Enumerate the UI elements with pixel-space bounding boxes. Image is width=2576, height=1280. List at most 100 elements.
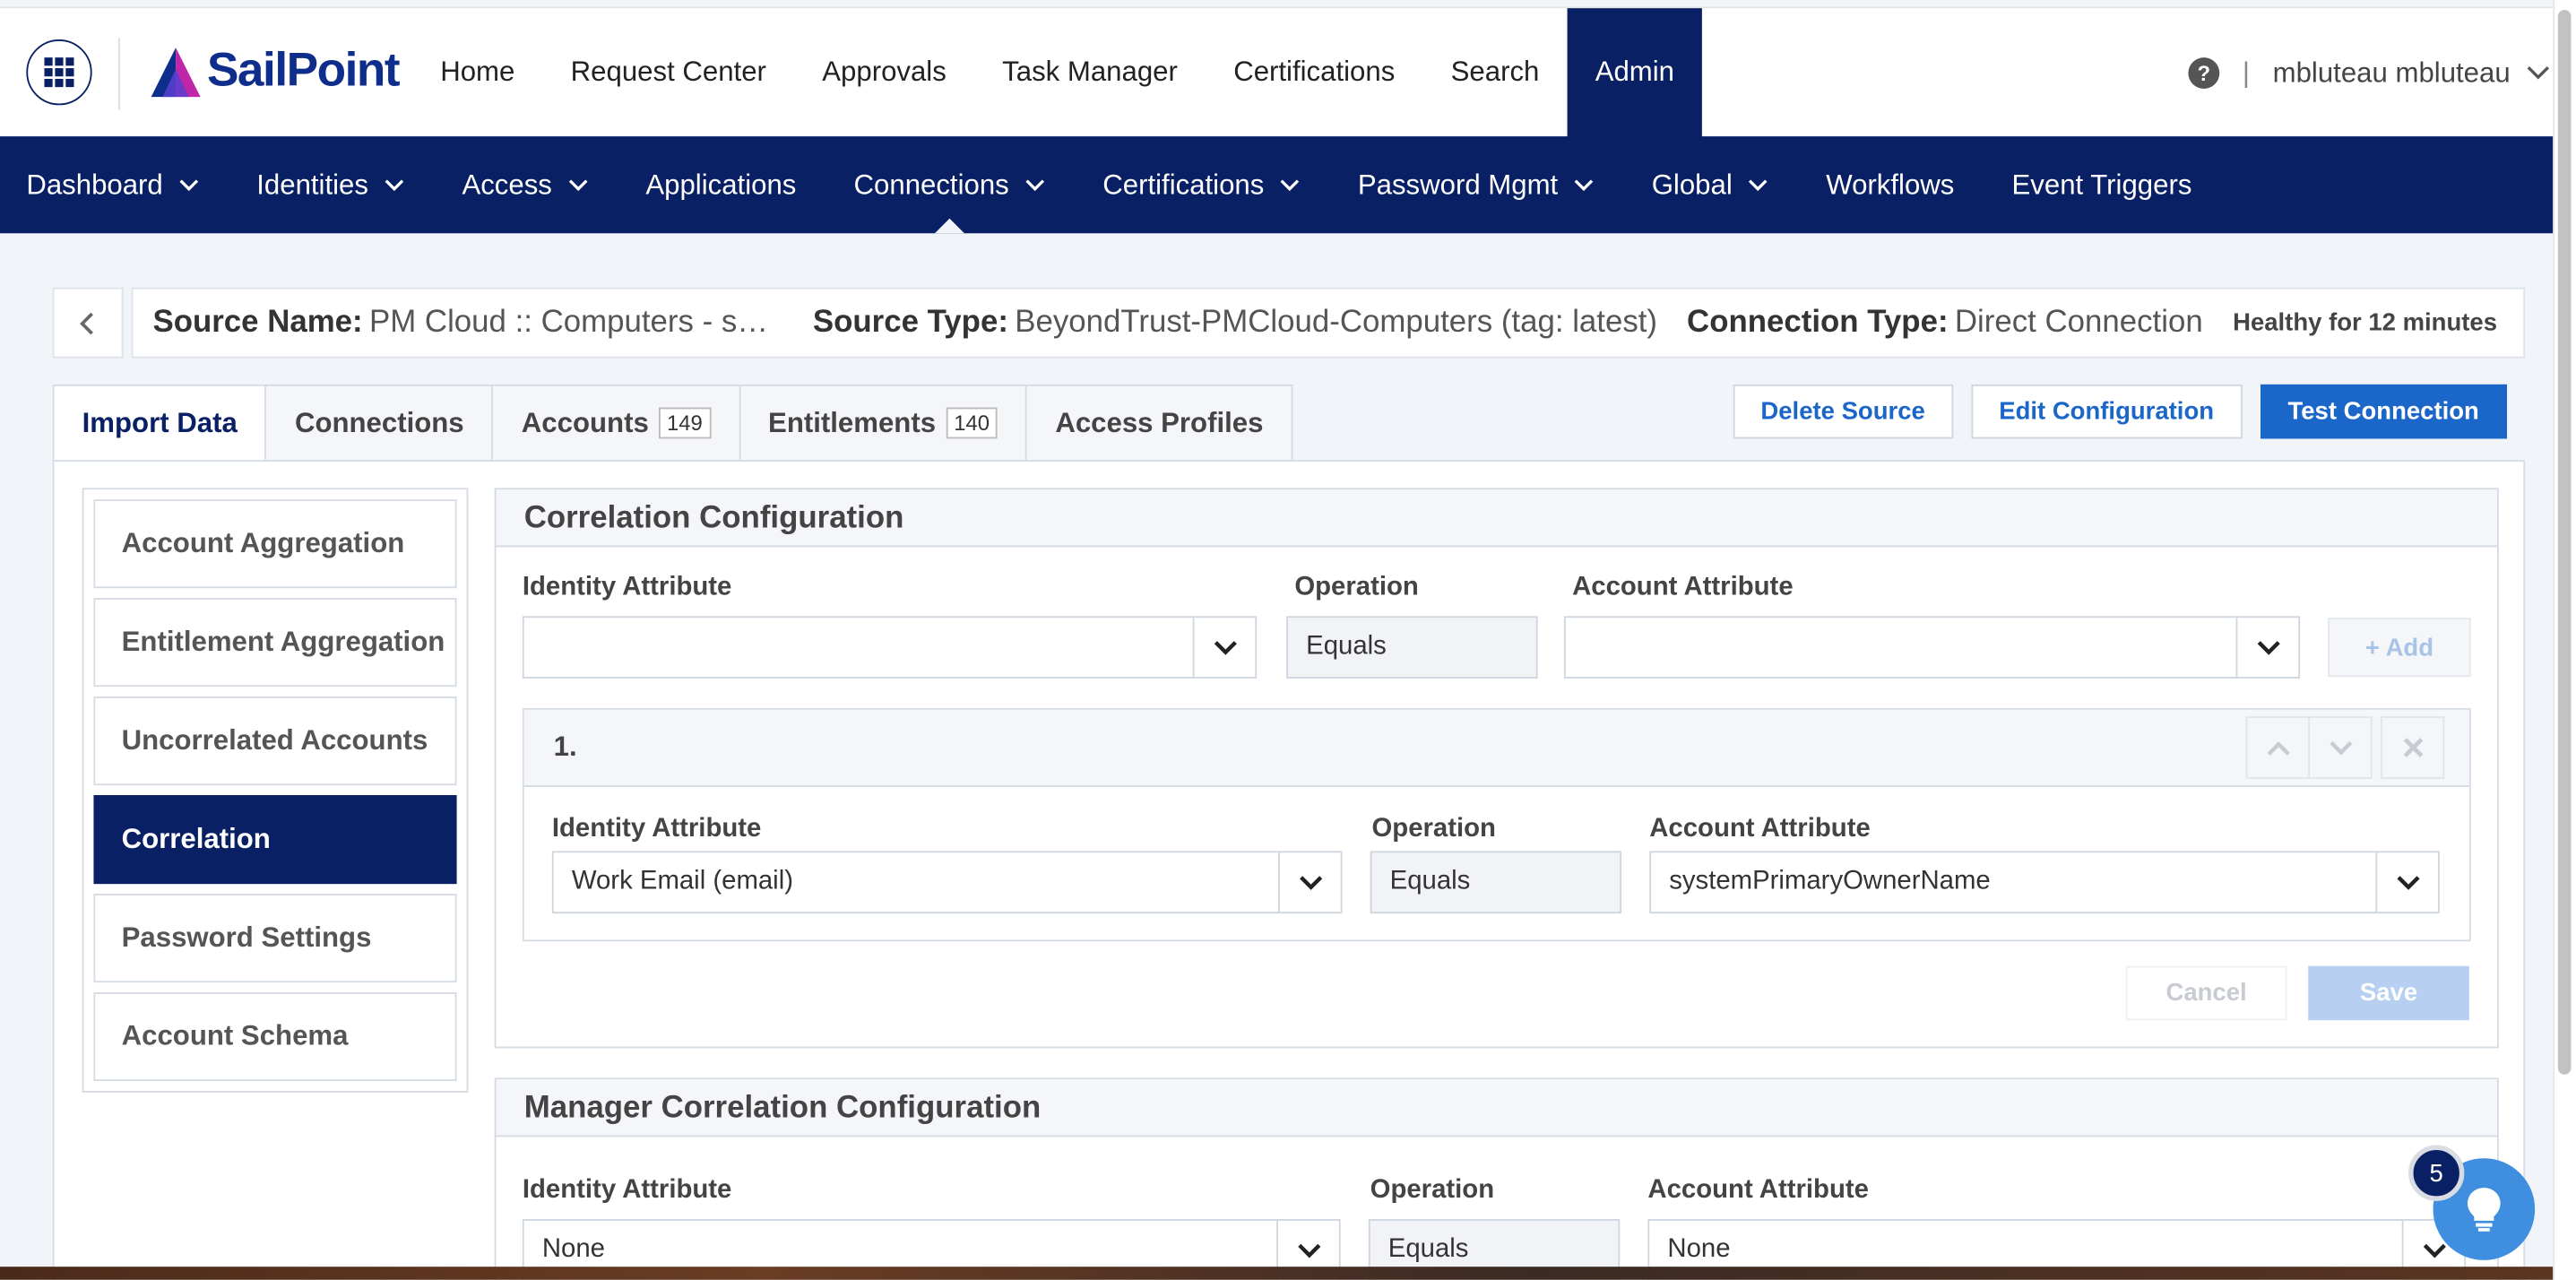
nav-request-center[interactable]: Request Center — [543, 8, 795, 138]
sailpoint-logo[interactable]: SailPoint — [148, 44, 401, 98]
nav-task-manager[interactable]: Task Manager — [974, 8, 1206, 138]
admin-subnav: Dashboard Identities Access Applications… — [0, 136, 2554, 234]
subnav-workflows[interactable]: Workflows — [1826, 136, 1954, 233]
menu-account-schema[interactable]: Account Schema — [93, 992, 457, 1082]
menu-correlation[interactable]: Correlation — [93, 795, 457, 885]
close-icon — [2402, 738, 2423, 757]
chevron-down-icon — [385, 178, 404, 191]
back-button[interactable] — [53, 287, 124, 359]
subnav-connections[interactable]: Connections — [854, 136, 1046, 234]
nav-certifications[interactable]: Certifications — [1206, 8, 1422, 138]
chevron-down-icon — [2256, 640, 2279, 654]
subnav-password-mgmt[interactable]: Password Mgmt — [1358, 136, 1595, 233]
chevron-left-icon — [80, 311, 93, 334]
user-area: ? | mbluteau mbluteau — [2188, 8, 2549, 138]
source-info-bar: Source Name: PM Cloud :: Computers - sn…… — [52, 287, 2526, 359]
menu-password-settings[interactable]: Password Settings — [93, 894, 457, 983]
test-connection-button[interactable]: Test Connection — [2260, 384, 2508, 439]
subnav-event-triggers[interactable]: Event Triggers — [2012, 136, 2192, 233]
active-indicator — [934, 218, 964, 234]
tab-label: Access Profiles — [1055, 406, 1264, 438]
chevron-down-icon — [1213, 640, 1236, 654]
source-type-label: Source Type: — [812, 305, 1008, 340]
subnav-identities[interactable]: Identities — [256, 136, 404, 233]
menu-uncorrelated-accounts[interactable]: Uncorrelated Accounts — [93, 696, 457, 786]
new-operation-field: Equals — [1286, 616, 1538, 679]
save-button[interactable]: Save — [2308, 965, 2469, 1021]
manager-identity-label: Identity Attribute — [522, 1176, 732, 1205]
subnav-label: Certifications — [1102, 169, 1265, 201]
bar-gap — [123, 287, 132, 359]
menu-entitlement-aggregation[interactable]: Entitlement Aggregation — [93, 598, 457, 688]
cancel-button[interactable]: Cancel — [2125, 965, 2287, 1021]
scrollbar-thumb[interactable] — [2557, 9, 2572, 1075]
manager-account-label: Account Attribute — [1647, 1176, 1869, 1205]
nav-approvals[interactable]: Approvals — [794, 8, 974, 138]
rule-identity-label: Identity Attribute — [551, 815, 762, 843]
top-navigation: SailPoint Home Request Center Approvals … — [0, 6, 2554, 138]
subnav-certifications[interactable]: Certifications — [1102, 136, 1301, 233]
tab-access-profiles[interactable]: Access Profiles — [1027, 384, 1293, 463]
nav-home[interactable]: Home — [412, 8, 542, 138]
move-down-button[interactable] — [2308, 716, 2373, 779]
subnav-label: Identities — [256, 169, 368, 201]
subnav-label: Access — [462, 169, 552, 201]
tab-connections[interactable]: Connections — [266, 384, 494, 463]
app-launcher-button[interactable] — [26, 39, 92, 106]
subnav-applications[interactable]: Applications — [645, 136, 796, 233]
delete-source-button[interactable]: Delete Source — [1733, 384, 1953, 439]
new-identity-attribute-select[interactable] — [522, 616, 1258, 679]
dropdown-toggle[interactable] — [1277, 852, 1341, 912]
chevron-down-icon — [568, 178, 588, 191]
edit-configuration-button[interactable]: Edit Configuration — [1971, 384, 2243, 439]
chevron-down-icon — [1299, 875, 1322, 889]
manager-operation-label: Operation — [1370, 1176, 1495, 1205]
add-rule-button[interactable]: + Add — [2328, 618, 2471, 678]
dropdown-toggle[interactable] — [2235, 618, 2299, 678]
tab-entitlements[interactable]: Entitlements 140 — [739, 384, 1028, 463]
logo-text: SailPoint — [206, 44, 401, 98]
desktop-background-strip — [0, 1267, 2554, 1280]
tab-label: Connections — [294, 406, 464, 438]
subnav-label: Workflows — [1826, 169, 1955, 201]
menu-account-aggregation[interactable]: Account Aggregation — [93, 499, 457, 589]
tab-import-data[interactable]: Import Data — [52, 384, 267, 463]
source-tabs: Import Data Connections Accounts 149 Enti… — [52, 384, 1293, 463]
import-data-menu: Account Aggregation Entitlement Aggregat… — [82, 488, 469, 1093]
nav-search[interactable]: Search — [1422, 8, 1567, 138]
rule-account-select[interactable]: systemPrimaryOwnerName — [1649, 851, 2440, 914]
chevron-down-icon — [1575, 178, 1594, 191]
subnav-label: Password Mgmt — [1357, 169, 1559, 201]
rule-operation-field: Equals — [1370, 851, 1622, 914]
chevron-down-icon — [2396, 875, 2419, 889]
source-name-value: PM Cloud :: Computers - sn… — [369, 305, 783, 340]
user-separator: | — [2242, 56, 2250, 89]
subnav-access[interactable]: Access — [462, 136, 588, 233]
correlation-rule: 1. Identity Attribute Operation Account … — [522, 707, 2471, 942]
select-value: Work Email (email) — [571, 867, 793, 895]
chevron-down-icon — [179, 178, 199, 191]
new-account-attribute-select[interactable] — [1563, 616, 2301, 679]
help-icon[interactable]: ? — [2188, 57, 2220, 89]
source-name-label: Source Name: — [152, 305, 363, 340]
tab-accounts[interactable]: Accounts 149 — [493, 384, 740, 463]
user-menu[interactable]: mbluteau mbluteau — [2273, 56, 2511, 90]
rule-identity-select[interactable]: Work Email (email) — [551, 851, 1343, 914]
screen: SailPoint Home Request Center Approvals … — [0, 0, 2576, 1280]
dropdown-toggle[interactable] — [2375, 852, 2438, 912]
account-attribute-label: Account Attribute — [1572, 573, 1794, 601]
lightbulb-icon — [2468, 1188, 2501, 1232]
nav-admin[interactable]: Admin — [1567, 8, 1703, 138]
source-type-value: BeyondTrust-PMCloud-Computers (tag: late… — [1015, 305, 1658, 340]
move-up-button[interactable] — [2245, 716, 2311, 779]
tab-label: Entitlements — [768, 406, 937, 438]
tab-label: Import Data — [82, 406, 238, 438]
subnav-label: Global — [1651, 169, 1733, 201]
chevron-down-icon[interactable] — [2527, 65, 2550, 80]
dropdown-toggle[interactable] — [1192, 618, 1256, 678]
remove-rule-button[interactable] — [2380, 716, 2445, 779]
select-value: None — [1667, 1235, 1731, 1264]
subnav-global[interactable]: Global — [1652, 136, 1768, 233]
source-actions: Delete Source Edit Configuration Test Co… — [1715, 384, 2508, 439]
subnav-dashboard[interactable]: Dashboard — [26, 136, 199, 233]
